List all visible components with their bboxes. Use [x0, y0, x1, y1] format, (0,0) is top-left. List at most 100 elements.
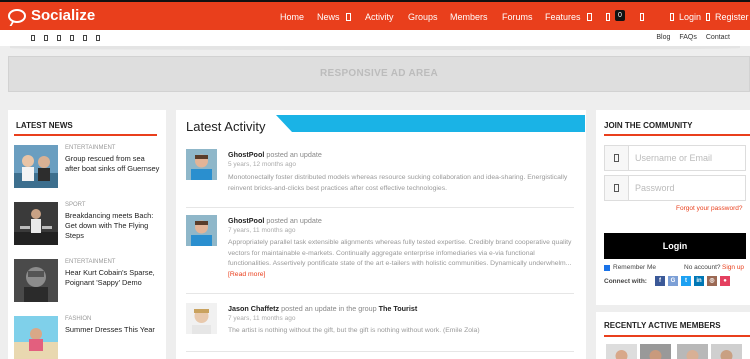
- connect-with-label: Connect with:: [604, 278, 647, 285]
- member-avatar[interactable]: [606, 344, 637, 359]
- nav-news[interactable]: News: [317, 11, 351, 23]
- nav-features-label: Features: [545, 12, 581, 22]
- username-input[interactable]: [635, 150, 743, 166]
- login-link[interactable]: Login: [670, 11, 701, 23]
- news-item[interactable]: SPORT Breakdancing meets Bach: Get down …: [14, 202, 164, 246]
- secondary-bar: [0, 30, 750, 46]
- instagram-icon[interactable]: ◎: [707, 276, 717, 286]
- remember-me-checkbox[interactable]: [604, 265, 610, 271]
- activity-header: GhostPool posted an update: [228, 150, 322, 159]
- member-avatar[interactable]: [677, 344, 708, 359]
- contact-link[interactable]: Contact: [706, 34, 730, 41]
- activity-user[interactable]: GhostPool: [228, 216, 264, 225]
- cart-count-badge: 0: [615, 10, 625, 21]
- news-item[interactable]: ENTERTAINMENT Hear Kurt Cobain's Sparse,…: [14, 259, 164, 303]
- join-community-title: JOIN THE COMMUNITY: [604, 121, 693, 130]
- news-thumbnail: [14, 259, 58, 302]
- nav-groups[interactable]: Groups: [408, 11, 438, 23]
- nav-features[interactable]: Features: [545, 11, 592, 23]
- youtube-icon[interactable]: [83, 35, 87, 41]
- top-navbar: Socialize Home News Activity Groups Memb…: [0, 0, 750, 30]
- nav-forums[interactable]: Forums: [502, 11, 533, 23]
- activity-title: Latest Activity: [186, 119, 266, 134]
- user-icon: [605, 146, 629, 170]
- facebook-icon[interactable]: [44, 35, 48, 41]
- facebook-icon[interactable]: f: [655, 276, 665, 286]
- lock-icon: [605, 176, 629, 200]
- register-link-label: Register: [715, 12, 749, 22]
- google-plus-icon[interactable]: [57, 35, 61, 41]
- blog-link[interactable]: Blog: [656, 34, 670, 41]
- ad-banner[interactable]: RESPONSIVE AD AREA: [8, 56, 750, 92]
- activity-divider: [186, 207, 574, 208]
- activity-header: GhostPool posted an update: [228, 216, 322, 225]
- twitter-icon[interactable]: [31, 35, 35, 41]
- password-field: [604, 175, 746, 201]
- news-title[interactable]: Summer Dresses This Year: [65, 325, 160, 335]
- avatar[interactable]: [186, 303, 217, 334]
- latest-news-divider: [14, 134, 157, 136]
- nav-members[interactable]: Members: [450, 11, 488, 23]
- read-more-link[interactable]: [Read more]: [228, 271, 265, 278]
- join-community-divider: [604, 134, 750, 136]
- news-title[interactable]: Group rescued from sea after boat sinks …: [65, 154, 160, 174]
- forgot-password-link[interactable]: Forgot your password?: [676, 205, 742, 212]
- activity-action: posted an update in the group: [281, 304, 377, 313]
- activity-time[interactable]: 7 years, 11 months ago: [228, 315, 295, 322]
- news-thumbnail: [14, 316, 58, 359]
- chevron-down-icon: [586, 13, 592, 21]
- avatar[interactable]: [186, 215, 217, 246]
- login-button[interactable]: Login: [604, 233, 746, 259]
- member-avatar[interactable]: [640, 344, 671, 359]
- nav-activity[interactable]: Activity: [365, 11, 394, 23]
- linkedin-icon[interactable]: [70, 35, 74, 41]
- main-nav: Home News Activity Groups Members Forums…: [0, 10, 750, 25]
- twitter-icon[interactable]: t: [681, 276, 691, 286]
- activity-action: posted an update: [266, 150, 322, 159]
- signup-link[interactable]: Sign up: [722, 264, 744, 271]
- search-icon[interactable]: [640, 13, 644, 21]
- latest-news-title: LATEST NEWS: [16, 121, 73, 130]
- recently-active-title: RECENTLY ACTIVE MEMBERS: [604, 321, 721, 330]
- member-avatar[interactable]: [711, 344, 742, 359]
- activity-title-accent: [276, 115, 585, 132]
- activity-body: Appropriately parallel task extensible a…: [228, 238, 573, 280]
- news-thumbnail: [14, 145, 58, 188]
- nav-home[interactable]: Home: [280, 11, 304, 23]
- no-account-label: No account?: [684, 264, 721, 271]
- password-input[interactable]: [635, 180, 743, 196]
- news-title[interactable]: Breakdancing meets Bach: Get down with T…: [65, 211, 160, 241]
- news-thumbnail: [14, 202, 58, 245]
- cart-icon[interactable]: [606, 13, 610, 21]
- news-category: SPORT: [65, 202, 86, 208]
- news-title[interactable]: Hear Kurt Cobain's Sparse, Poignant 'Sap…: [65, 268, 160, 288]
- activity-user[interactable]: GhostPool: [228, 150, 264, 159]
- activity-divider: [186, 351, 574, 352]
- faqs-link[interactable]: FAQs: [679, 34, 697, 41]
- avatar[interactable]: [186, 149, 217, 180]
- news-item[interactable]: FASHION Summer Dresses This Year: [14, 316, 164, 359]
- login-link-label: Login: [679, 12, 702, 22]
- register-icon: [706, 13, 710, 21]
- header-shadow: [10, 46, 740, 50]
- dribbble-icon[interactable]: ●: [720, 276, 730, 286]
- linkedin-icon[interactable]: in: [694, 276, 704, 286]
- activity-body-text: Appropriately parallel task extensible a…: [228, 239, 572, 267]
- nav-news-label: News: [317, 12, 340, 22]
- rss-icon[interactable]: [96, 35, 100, 41]
- top-links: Blog FAQs Contact: [656, 34, 730, 41]
- news-item[interactable]: ENTERTAINMENT Group rescued from sea aft…: [14, 145, 164, 189]
- activity-user[interactable]: Jason Chaffetz: [228, 304, 279, 313]
- activity-body: The artist is nothing without the gift, …: [228, 327, 480, 334]
- register-link[interactable]: Register: [706, 11, 749, 23]
- chevron-down-icon: [345, 13, 351, 21]
- news-category: ENTERTAINMENT: [65, 259, 116, 265]
- user-icon: [670, 13, 674, 21]
- news-category: ENTERTAINMENT: [65, 145, 116, 151]
- activity-time[interactable]: 5 years, 12 months ago: [228, 161, 296, 168]
- activity-group[interactable]: The Tourist: [379, 304, 418, 313]
- username-field: [604, 145, 746, 171]
- google-icon[interactable]: G: [668, 276, 678, 286]
- news-category: FASHION: [65, 316, 92, 322]
- activity-time[interactable]: 7 years, 11 months ago: [228, 227, 295, 234]
